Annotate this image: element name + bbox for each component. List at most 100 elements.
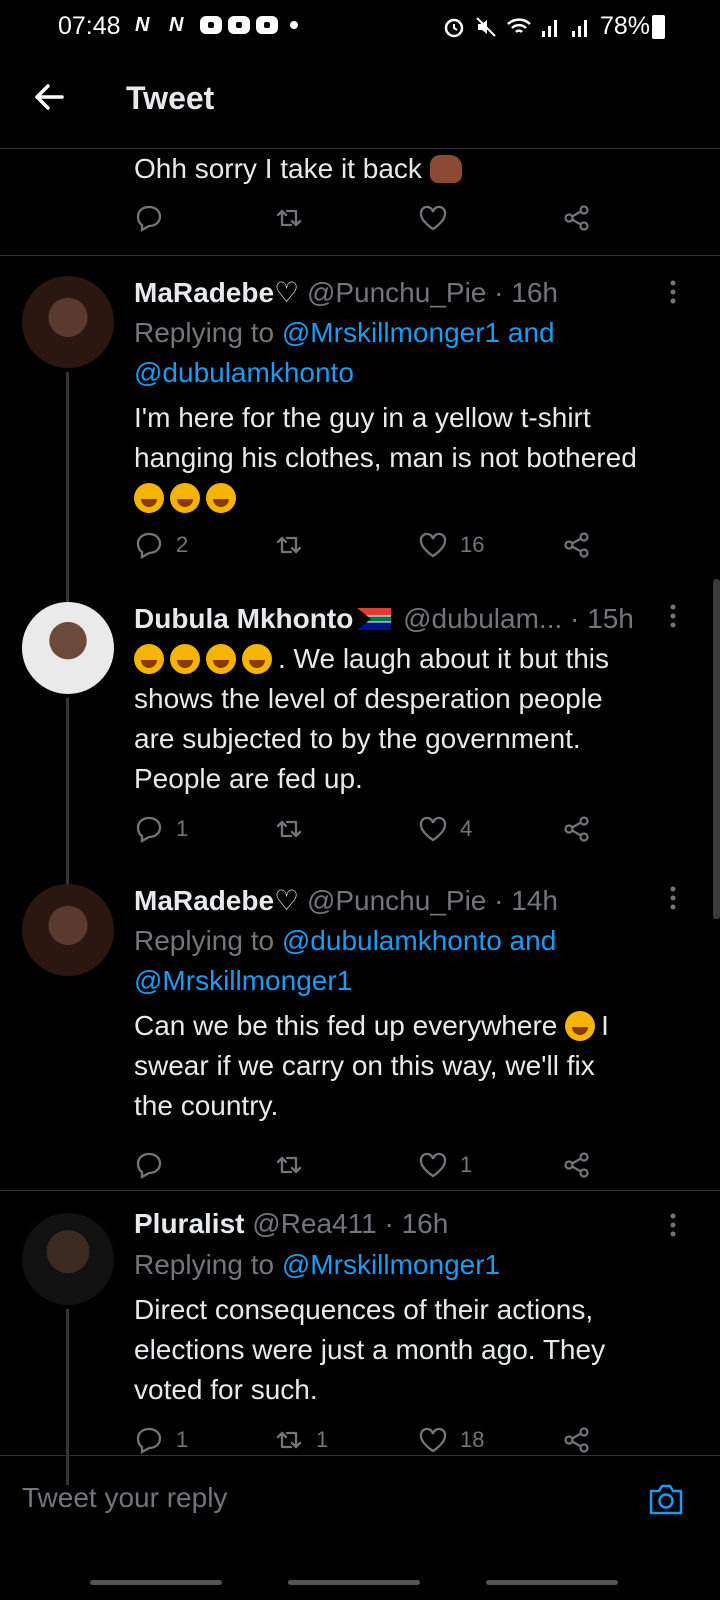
tweet-actions [134, 203, 604, 243]
reply-button[interactable] [134, 1150, 176, 1180]
camera-icon[interactable] [648, 1482, 684, 1516]
like-button[interactable] [418, 203, 448, 233]
more-vertical-icon[interactable] [670, 1213, 676, 1237]
mention-link[interactable]: @Mrskillmonger1 [282, 1249, 500, 1280]
nav-recent-button[interactable] [90, 1580, 222, 1585]
laughing-emoji-icon [206, 483, 236, 513]
reply-feed[interactable]: Ohh sorry I take it back MaRadebe♡ @Punc… [0, 149, 720, 1485]
like-button[interactable]: 1 [418, 1150, 472, 1180]
tweet[interactable]: MaRadebe♡ @Punchu_Pie · 14h Replying to … [0, 860, 720, 1188]
tweet-actions: 2 16 [134, 530, 604, 570]
more-vertical-icon[interactable] [670, 280, 676, 304]
mention-link[interactable]: @Mrskillmonger1 [134, 961, 694, 1001]
tweet-text-line: People are fed up. [134, 763, 363, 794]
share-button[interactable] [562, 1150, 592, 1180]
tweet-header: MaRadebe♡ @Punchu_Pie · 14h [134, 881, 558, 921]
share-button[interactable] [562, 530, 592, 560]
tweet-text-line: shows the level of desperation people [134, 683, 603, 714]
mention-link[interactable]: @dubulamkhonto [134, 353, 694, 393]
reply-button[interactable]: 1 [134, 814, 188, 844]
nav-back-button[interactable] [486, 1580, 618, 1585]
display-name[interactable]: Dubula Mkhonto [134, 603, 353, 634]
reply-icon [136, 816, 162, 843]
tweet[interactable]: MaRadebe♡ @Punchu_Pie · 16h Replying to … [0, 256, 720, 578]
like-button[interactable]: 4 [418, 814, 472, 844]
share-icon [564, 205, 589, 231]
tweet-text-line: . We laugh about it but this [134, 639, 694, 679]
alarm-icon [444, 18, 464, 37]
tweet-body: Replying to @dubulamkhonto and @Mrskillm… [134, 921, 694, 1126]
like-count: 18 [460, 1427, 485, 1452]
avatar[interactable] [22, 884, 114, 976]
tweet-text-line: Direct consequences of their actions, [134, 1294, 594, 1325]
share-button[interactable] [562, 1425, 592, 1455]
like-count: 1 [460, 1152, 473, 1177]
laughing-emoji-icon [134, 644, 164, 674]
reply-icon [136, 1152, 162, 1179]
laughing-emoji-icon [170, 644, 200, 674]
avatar[interactable] [22, 276, 114, 368]
mention-link[interactable]: @dubulamkhonto and [282, 925, 556, 956]
thread-line [66, 860, 69, 884]
retweet-button[interactable] [274, 530, 316, 560]
reply-composer[interactable]: Tweet your reply [0, 1455, 720, 1548]
scrollbar[interactable] [713, 579, 720, 919]
tweet[interactable]: Dubula Mkhonto @dubulam... · 15h . We la… [0, 578, 720, 860]
share-icon [564, 816, 589, 842]
status-bar: 07:48 N N 78% [0, 0, 720, 52]
mention-link[interactable]: @Mrskillmonger1 and [282, 317, 555, 348]
reply-count: 1 [176, 816, 189, 841]
retweet-button[interactable] [274, 203, 304, 233]
heart-icon [419, 816, 447, 842]
tweet-text-line: hanging his clothes, man is not bothered [134, 442, 637, 473]
avatar[interactable] [22, 1213, 114, 1305]
like-button[interactable]: 16 [418, 530, 484, 560]
more-vertical-icon[interactable] [670, 886, 676, 910]
more-vertical-icon[interactable] [670, 604, 676, 628]
like-button[interactable]: 18 [418, 1425, 484, 1455]
retweet-button[interactable]: 1 [274, 1425, 328, 1455]
emoji-row [134, 478, 694, 518]
retweet-button[interactable] [274, 814, 316, 844]
handle[interactable]: @Punchu_Pie [307, 277, 486, 308]
display-name[interactable]: MaRadebe♡ [134, 277, 299, 308]
retweet-icon [276, 209, 302, 227]
tweet-header: Pluralist @Rea411 · 16h [134, 1204, 448, 1244]
tweet-text-segment: Can we be this fed up everywhere [134, 1010, 558, 1041]
tweet[interactable]: Pluralist @Rea411 · 16h Replying to @Mrs… [0, 1191, 720, 1485]
display-name[interactable]: MaRadebe♡ [134, 885, 299, 916]
status-time: 07:48 [58, 12, 121, 40]
tweet-partial[interactable]: Ohh sorry I take it back [0, 149, 720, 253]
back-arrow-icon[interactable] [32, 80, 66, 114]
reply-count: 1 [176, 1427, 189, 1452]
wifi-icon [507, 17, 531, 33]
nav-home-button[interactable] [288, 1580, 420, 1585]
battery-icon [652, 15, 665, 39]
reply-input[interactable]: Tweet your reply [22, 1482, 227, 1514]
app-notification-icon [256, 16, 278, 34]
display-name[interactable]: Pluralist [134, 1208, 244, 1239]
reply-button[interactable] [134, 203, 164, 233]
reply-button[interactable]: 1 [134, 1425, 188, 1455]
tweet-text-line: elections were just a month ago. They [134, 1334, 606, 1365]
share-icon [564, 1152, 589, 1178]
share-button[interactable] [562, 814, 592, 844]
reply-button[interactable]: 2 [134, 530, 188, 560]
handle[interactable]: @Rea411 [252, 1208, 376, 1239]
thread-line [66, 698, 69, 860]
like-count: 16 [460, 532, 485, 557]
reply-count: 2 [176, 532, 189, 557]
retweet-button[interactable] [274, 1150, 316, 1180]
signal-icon [541, 19, 557, 37]
avatar[interactable] [22, 602, 114, 694]
handle[interactable]: @dubulam... [403, 603, 562, 634]
handle[interactable]: @Punchu_Pie [307, 885, 486, 916]
fist-emoji-icon [429, 155, 462, 183]
tweet-text: Ohh sorry I take it back [134, 149, 694, 189]
share-icon [564, 532, 589, 558]
mute-icon [476, 16, 496, 37]
share-icon [564, 1427, 589, 1453]
reply-icon [136, 1427, 162, 1454]
share-button[interactable] [562, 203, 592, 233]
thread-line [66, 578, 69, 602]
